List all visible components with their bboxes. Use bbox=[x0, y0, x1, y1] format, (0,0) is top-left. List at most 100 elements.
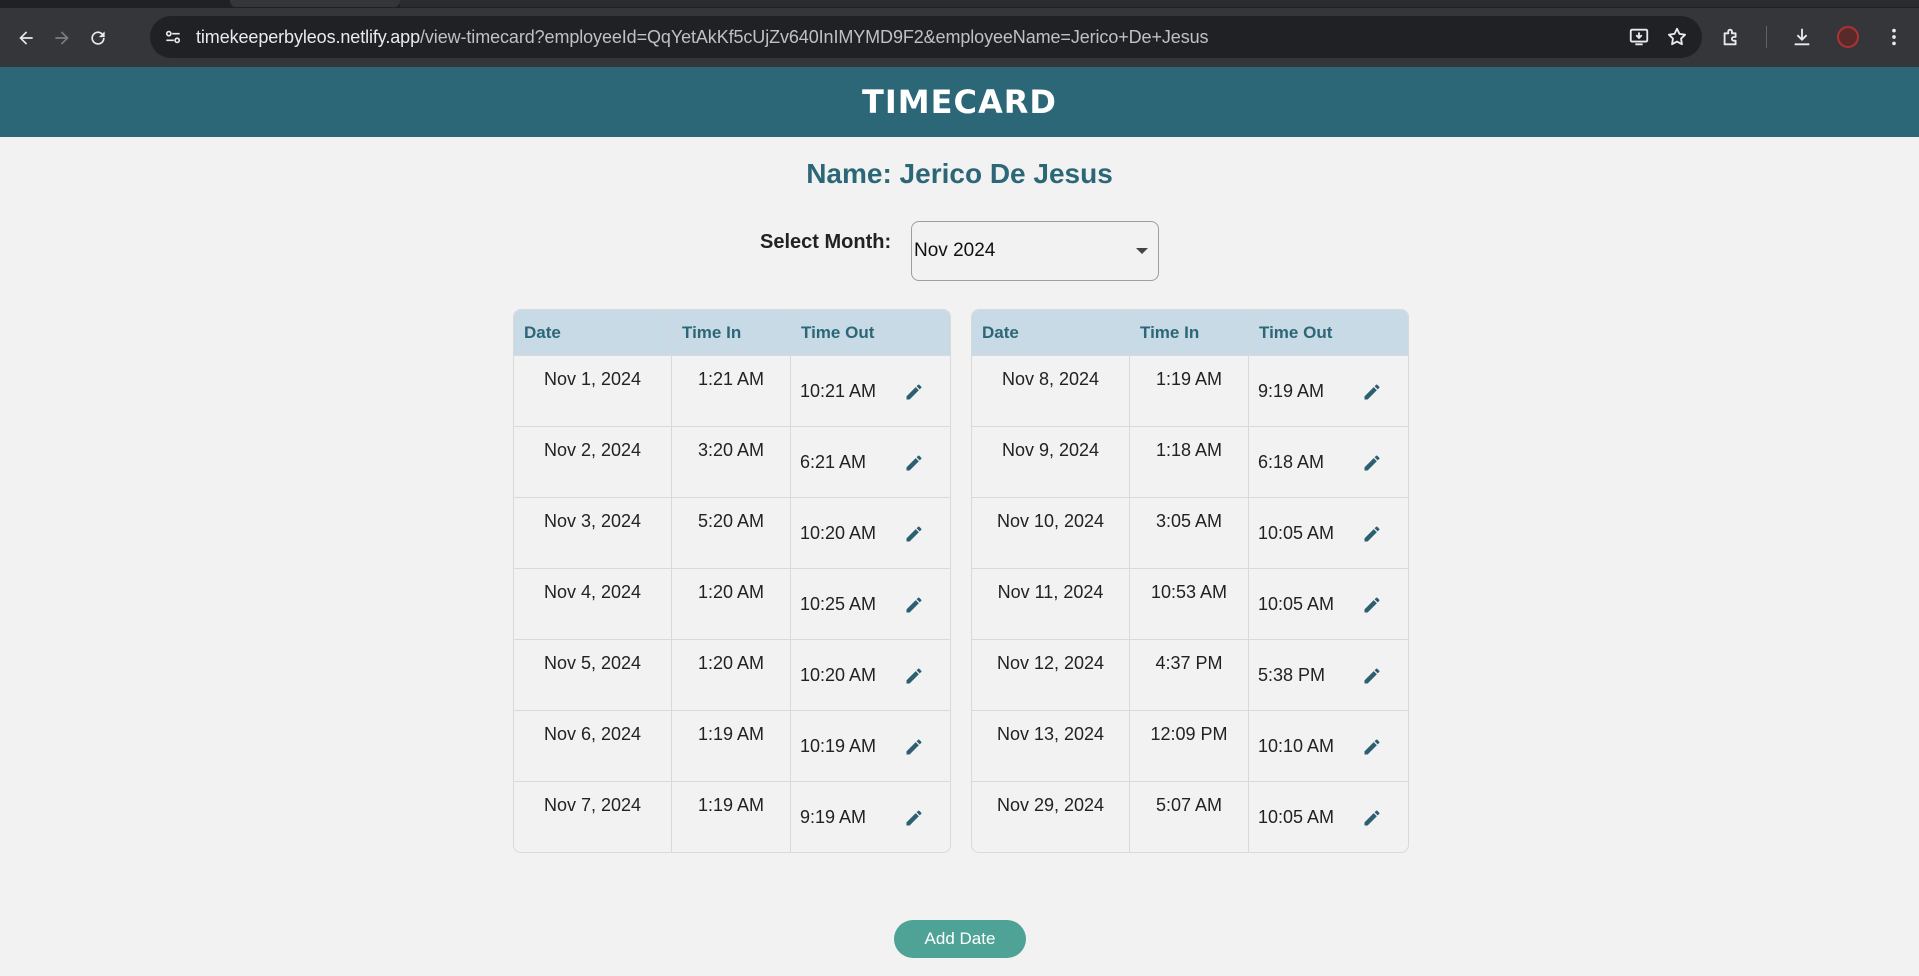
reload-button[interactable] bbox=[80, 20, 116, 56]
cell-time-out: 10:21 AM bbox=[791, 356, 948, 426]
edit-pencil-icon[interactable] bbox=[904, 453, 924, 473]
bookmark-star-icon[interactable] bbox=[1666, 26, 1688, 48]
edit-pencil-icon[interactable] bbox=[1362, 737, 1382, 757]
time-out-value: 9:19 AM bbox=[800, 806, 867, 827]
url-text[interactable]: timekeeperbyleos.netlify.app/view-timeca… bbox=[196, 26, 1209, 48]
selected-month: Nov 2024 bbox=[914, 240, 996, 261]
table-row: Nov 12, 2024 4:37 PM 5:38 PM bbox=[972, 640, 1408, 711]
edit-pencil-icon[interactable] bbox=[904, 737, 924, 757]
cell-time-out: 5:38 PM bbox=[1249, 640, 1406, 710]
header-date: Date bbox=[972, 310, 1130, 355]
cell-time-in: 3:20 AM bbox=[672, 427, 791, 497]
menu-kebab-icon[interactable] bbox=[1883, 26, 1905, 48]
edit-pencil-icon[interactable] bbox=[904, 808, 924, 828]
address-bar[interactable]: timekeeperbyleos.netlify.app/view-timeca… bbox=[150, 16, 1702, 58]
browser-toolbar: timekeeperbyleos.netlify.app/view-timeca… bbox=[0, 8, 1919, 67]
edit-pencil-icon[interactable] bbox=[1362, 524, 1382, 544]
time-out-value: 10:19 AM bbox=[800, 735, 877, 756]
cell-date: Nov 1, 2024 bbox=[514, 356, 672, 426]
cell-time-out: 10:05 AM bbox=[1249, 569, 1406, 639]
table-row: Nov 2, 2024 3:20 AM 6:21 AM bbox=[514, 427, 950, 498]
time-out-value: 10:05 AM bbox=[1258, 806, 1335, 827]
cell-date: Nov 4, 2024 bbox=[514, 569, 672, 639]
url-host: timekeeperbyleos.netlify.app bbox=[196, 26, 420, 47]
extensions-icon[interactable] bbox=[1720, 26, 1742, 48]
header-time-out: Time Out bbox=[1259, 322, 1333, 342]
edit-pencil-icon[interactable] bbox=[1362, 382, 1382, 402]
employee-name: Name: Jerico De Jesus bbox=[806, 158, 1113, 189]
site-settings-icon[interactable] bbox=[156, 20, 190, 54]
cell-time-in: 5:07 AM bbox=[1130, 782, 1249, 852]
cell-date: Nov 3, 2024 bbox=[514, 498, 672, 568]
inactive-tab-area bbox=[400, 0, 1919, 7]
cell-date: Nov 2, 2024 bbox=[514, 427, 672, 497]
cell-time-out: 10:05 AM bbox=[1249, 498, 1406, 568]
header-time-out: Time Out bbox=[801, 322, 875, 342]
cell-time-out: 6:18 AM bbox=[1249, 427, 1406, 497]
cell-time-in: 10:53 AM bbox=[1130, 569, 1249, 639]
table-row: Nov 4, 2024 1:20 AM 10:25 AM bbox=[514, 569, 950, 640]
cell-time-out: 10:20 AM bbox=[791, 498, 948, 568]
header-time-in: Time In bbox=[1130, 310, 1249, 355]
back-arrow-icon bbox=[19, 30, 33, 45]
edit-pencil-icon[interactable] bbox=[1362, 453, 1382, 473]
time-out-value: 6:21 AM bbox=[800, 451, 867, 472]
table-row: Nov 3, 2024 5:20 AM 10:20 AM bbox=[514, 498, 950, 569]
cell-date: Nov 8, 2024 bbox=[972, 356, 1130, 426]
cell-time-out: 9:19 AM bbox=[791, 782, 948, 852]
edit-pencil-icon[interactable] bbox=[904, 666, 924, 686]
time-out-value: 10:05 AM bbox=[1258, 522, 1335, 543]
cell-date: Nov 10, 2024 bbox=[972, 498, 1130, 568]
back-button[interactable] bbox=[8, 20, 44, 56]
reload-icon bbox=[91, 30, 105, 45]
active-tab[interactable] bbox=[230, 0, 400, 7]
cell-time-in: 1:19 AM bbox=[1130, 356, 1249, 426]
table-row: Nov 10, 2024 3:05 AM 10:05 AM bbox=[972, 498, 1408, 569]
add-date-button[interactable]: Add Date bbox=[894, 920, 1026, 958]
edit-pencil-icon[interactable] bbox=[904, 595, 924, 615]
cell-date: Nov 6, 2024 bbox=[514, 711, 672, 781]
time-out-value: 10:10 AM bbox=[1258, 735, 1335, 756]
time-out-value: 10:05 AM bbox=[1258, 593, 1335, 614]
profile-avatar[interactable] bbox=[1837, 26, 1859, 48]
toolbar-divider bbox=[1766, 26, 1767, 48]
cell-time-out: 9:19 AM bbox=[1249, 356, 1406, 426]
time-out-value: 5:38 PM bbox=[1258, 664, 1326, 685]
cell-date: Nov 12, 2024 bbox=[972, 640, 1130, 710]
cell-time-in: 1:19 AM bbox=[672, 782, 791, 852]
forward-button[interactable] bbox=[44, 20, 80, 56]
cell-time-out: 6:21 AM bbox=[791, 427, 948, 497]
month-select[interactable]: Nov 2024 bbox=[911, 221, 1159, 281]
time-out-value: 10:21 AM bbox=[800, 380, 877, 401]
table-row: Nov 5, 2024 1:20 AM 10:20 AM bbox=[514, 640, 950, 711]
table-row: Nov 13, 2024 12:09 PM 10:10 AM bbox=[972, 711, 1408, 782]
table-row: Nov 29, 2024 5:07 AM 10:05 AM bbox=[972, 782, 1408, 852]
edit-pencil-icon[interactable] bbox=[1362, 666, 1382, 686]
cell-time-in: 5:20 AM bbox=[672, 498, 791, 568]
table-row: Nov 1, 2024 1:21 AM 10:21 AM bbox=[514, 356, 950, 427]
install-app-icon[interactable] bbox=[1628, 26, 1650, 48]
cell-date: Nov 5, 2024 bbox=[514, 640, 672, 710]
forward-arrow-icon bbox=[55, 30, 69, 45]
cell-date: Nov 7, 2024 bbox=[514, 782, 672, 852]
cell-time-in: 12:09 PM bbox=[1130, 711, 1249, 781]
time-out-value: 10:25 AM bbox=[800, 593, 877, 614]
cell-time-out: 10:19 AM bbox=[791, 711, 948, 781]
edit-pencil-icon[interactable] bbox=[1362, 808, 1382, 828]
edit-pencil-icon[interactable] bbox=[904, 382, 924, 402]
table-row: Nov 6, 2024 1:19 AM 10:19 AM bbox=[514, 711, 950, 782]
edit-pencil-icon[interactable] bbox=[1362, 595, 1382, 615]
edit-pencil-icon[interactable] bbox=[904, 524, 924, 544]
timecard-table-right: Date Time In Time Out Nov 8, 2024 1:19 AM… bbox=[971, 309, 1409, 853]
cell-time-in: 1:21 AM bbox=[672, 356, 791, 426]
download-icon[interactable] bbox=[1791, 26, 1813, 48]
cell-time-out: 10:10 AM bbox=[1249, 711, 1406, 781]
cell-time-out: 10:20 AM bbox=[791, 640, 948, 710]
table-row: Nov 9, 2024 1:18 AM 6:18 AM bbox=[972, 427, 1408, 498]
header-time-in: Time In bbox=[672, 310, 791, 355]
time-out-value: 10:20 AM bbox=[800, 522, 877, 543]
cell-time-out: 10:25 AM bbox=[791, 569, 948, 639]
select-month-label: Select Month: bbox=[760, 231, 892, 253]
table-row: Nov 11, 2024 10:53 AM 10:05 AM bbox=[972, 569, 1408, 640]
cell-time-in: 3:05 AM bbox=[1130, 498, 1249, 568]
